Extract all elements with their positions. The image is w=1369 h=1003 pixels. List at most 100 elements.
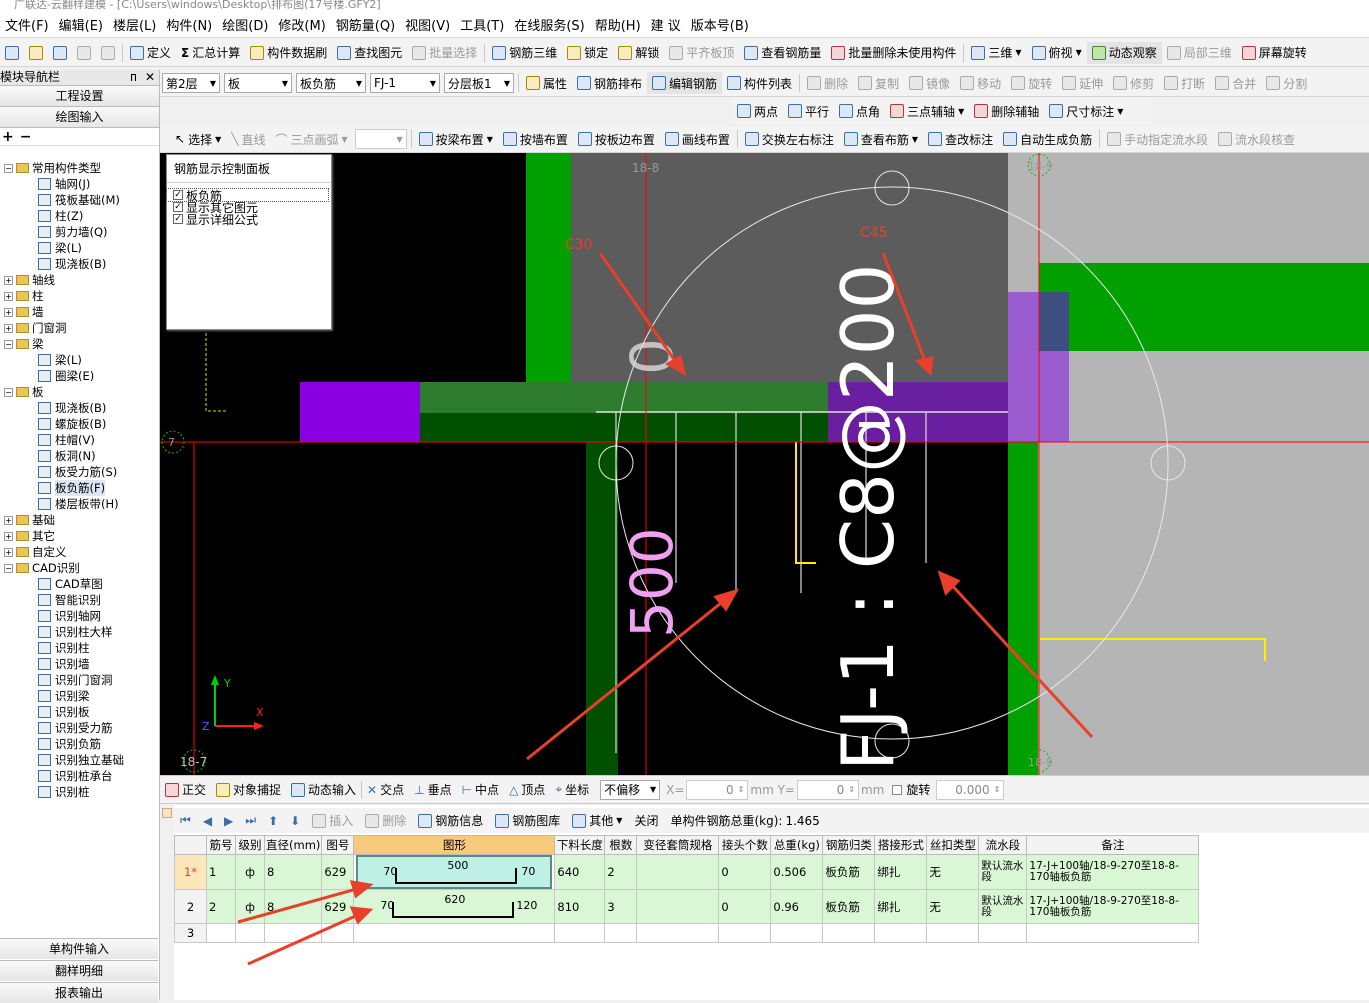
offset-mode-select[interactable]: 不偏移 ▼ bbox=[600, 779, 661, 800]
select-button[interactable]: ↖ 选择 ▼ bbox=[170, 128, 226, 150]
define-button[interactable]: 定义 bbox=[125, 42, 176, 64]
open-file-button[interactable] bbox=[24, 42, 48, 64]
tree-item[interactable]: 识别板 bbox=[0, 704, 158, 720]
orbit-button[interactable]: 动态观察 bbox=[1086, 41, 1162, 64]
cell-segment[interactable]: 默认流水段 bbox=[978, 889, 1028, 924]
layout-detail-button[interactable]: 翻样明细 bbox=[0, 960, 158, 981]
menu-file[interactable]: 文件(F) bbox=[0, 15, 54, 34]
cell-thread[interactable]: 无 bbox=[926, 854, 980, 890]
collapse-icon[interactable]: − bbox=[4, 163, 13, 173]
collapse-icon[interactable]: − bbox=[4, 563, 13, 573]
trim-button[interactable]: 修剪 bbox=[1108, 72, 1159, 94]
redo-button[interactable] bbox=[96, 42, 120, 64]
segment-check-button[interactable]: 流水段核查 bbox=[1213, 128, 1300, 150]
cell-sleeve[interactable] bbox=[636, 854, 720, 890]
find-element-button[interactable]: 查找图元 bbox=[332, 42, 407, 64]
rotate-angle-input[interactable]: 0.000 ⇕ bbox=[936, 779, 1005, 800]
vertex-snap-toggle[interactable]: △ 顶点 bbox=[504, 781, 550, 798]
delete-button[interactable]: 删除 bbox=[802, 72, 853, 94]
tree-item[interactable]: 识别柱 bbox=[0, 640, 158, 656]
menu-view[interactable]: 视图(V) bbox=[400, 15, 455, 34]
cell-sleeve[interactable] bbox=[636, 889, 720, 924]
dynamic-input-toggle[interactable]: 动态输入 bbox=[286, 781, 361, 798]
row-number[interactable]: 1* bbox=[174, 854, 207, 890]
tree-folder[interactable]: − CAD识别 bbox=[0, 560, 158, 576]
tree-item[interactable]: 识别梁 bbox=[0, 688, 158, 704]
tree-item[interactable]: 识别柱大样 bbox=[0, 624, 158, 640]
tree-item[interactable]: 识别桩 bbox=[0, 784, 158, 800]
tree-folder[interactable]: + 门窗洞 bbox=[0, 320, 158, 336]
menu-edit[interactable]: 编辑(E) bbox=[54, 15, 108, 34]
parallel-axis-button[interactable]: 平行 bbox=[783, 100, 834, 122]
tree-folder[interactable]: + 墙 bbox=[0, 304, 158, 320]
drawing-canvas[interactable]: 18-8 18-9 7 18-7 18-9 FJ-1 : C8@200 500 … bbox=[160, 153, 1369, 775]
drawing-input-button[interactable]: 绘图输入 bbox=[0, 107, 159, 128]
ortho-toggle[interactable]: 正交 bbox=[160, 781, 211, 798]
tree-item[interactable]: 剪力墙(Q) bbox=[0, 224, 158, 240]
tree-folder[interactable]: + 自定义 bbox=[0, 544, 158, 560]
cell-lap[interactable]: 绑扎 bbox=[874, 889, 928, 924]
cell-weight[interactable]: 0.96 bbox=[770, 889, 824, 924]
edit-label-button[interactable]: 查改标注 bbox=[923, 128, 998, 150]
expand-icon[interactable]: + bbox=[4, 291, 13, 301]
tree-item[interactable]: 识别墙 bbox=[0, 656, 158, 672]
cell-lap[interactable]: 绑扎 bbox=[874, 854, 928, 890]
tree-item[interactable]: 识别门窗洞 bbox=[0, 672, 158, 688]
cell-joints[interactable]: 0 bbox=[718, 854, 772, 890]
tree-item[interactable]: 梁(L) bbox=[0, 352, 158, 368]
by-wall-button[interactable]: 按墙布置 bbox=[498, 128, 573, 150]
top-view-button[interactable]: 俯视 ▼ bbox=[1027, 42, 1087, 64]
single-component-input-button[interactable]: 单构件输入 bbox=[0, 938, 158, 959]
pin-icon[interactable]: ᴨ bbox=[130, 70, 137, 84]
cell-weight[interactable]: 0.506 bbox=[770, 854, 824, 890]
rotate-button[interactable]: 旋转 bbox=[1006, 72, 1057, 94]
menu-version[interactable]: 版本号(B) bbox=[686, 15, 754, 34]
rebar-layout-button[interactable]: 钢筋排布 bbox=[572, 72, 647, 94]
expand-all-icon[interactable]: + bbox=[2, 129, 14, 145]
copy-button[interactable]: 复制 bbox=[853, 72, 904, 94]
cell-note[interactable]: 17-J+100轴/18-9-270至18-8-170轴板负筋 bbox=[1026, 889, 1200, 924]
menu-modify[interactable]: 修改(M) bbox=[273, 15, 330, 34]
arc-option-select[interactable]: ▼ bbox=[354, 129, 407, 149]
tree-item[interactable]: 梁(L) bbox=[0, 240, 158, 256]
last-row-button[interactable]: ⏭ bbox=[239, 813, 262, 828]
move-button[interactable]: 移动 bbox=[955, 72, 1006, 94]
mirror-button[interactable]: 镜像 bbox=[904, 72, 955, 94]
menu-floor[interactable]: 楼层(L) bbox=[108, 15, 161, 34]
tree-folder[interactable]: + 柱 bbox=[0, 288, 158, 304]
menu-online[interactable]: 在线服务(S) bbox=[509, 15, 589, 34]
move-up-button[interactable]: ⬆ bbox=[262, 814, 284, 828]
arc-button[interactable]: ⌒ 三点画弧 ▼ bbox=[270, 128, 352, 150]
tree-item[interactable]: 筏板基础(M) bbox=[0, 192, 158, 208]
unlock-button[interactable]: 解锁 bbox=[613, 42, 664, 64]
move-down-button[interactable]: ⬇ bbox=[284, 814, 306, 828]
by-beam-button[interactable]: 按梁布置 ▼ bbox=[414, 128, 498, 150]
align-top-button[interactable]: 平齐板顶 bbox=[664, 42, 739, 64]
data-brush-button[interactable]: 构件数据刷 bbox=[245, 42, 332, 64]
cell-note[interactable]: 17-J+100轴/18-9-270至18-8-170轴板负筋 bbox=[1026, 854, 1200, 890]
row-number[interactable]: 2 bbox=[174, 889, 207, 924]
project-settings-button[interactable]: 工程设置 bbox=[0, 86, 159, 107]
tree-item[interactable]: 轴网(J) bbox=[0, 176, 158, 192]
tree-item[interactable]: 板负筋(F) bbox=[0, 480, 158, 496]
cell-segment[interactable]: 默认流水段 bbox=[978, 854, 1028, 890]
menu-rebar-qty[interactable]: 钢筋量(Q) bbox=[331, 15, 400, 34]
cell-thread[interactable]: 无 bbox=[926, 889, 980, 924]
expand-icon[interactable]: + bbox=[4, 307, 13, 317]
edit-rebar-button[interactable]: 编辑钢筋 bbox=[647, 72, 723, 94]
tree-item[interactable]: 板洞(N) bbox=[0, 448, 158, 464]
new-file-button[interactable] bbox=[0, 42, 24, 64]
auto-neg-rebar-button[interactable]: 自动生成负筋 bbox=[998, 128, 1097, 150]
tree-item[interactable]: 现浇板(B) bbox=[0, 400, 158, 416]
screen-rotate-button[interactable]: 屏幕旋转 bbox=[1237, 42, 1312, 64]
view-layout-button[interactable]: 查看布筋 ▼ bbox=[839, 128, 923, 150]
x-coord-input[interactable]: 0 ⇕ bbox=[686, 779, 749, 800]
cell-cut-length[interactable]: 810 bbox=[554, 889, 606, 924]
cell-category[interactable]: 板负筋 bbox=[822, 889, 876, 924]
type-select[interactable]: 板负筋 ▼ bbox=[296, 73, 366, 93]
row-number[interactable]: 3 bbox=[174, 923, 207, 943]
tree-folder[interactable]: + 其它 bbox=[0, 528, 158, 544]
cell-cut-length[interactable]: 640 bbox=[554, 854, 606, 890]
name-select[interactable]: FJ-1 ▼ bbox=[370, 73, 440, 93]
tree-item[interactable]: 识别桩承台 bbox=[0, 768, 158, 784]
